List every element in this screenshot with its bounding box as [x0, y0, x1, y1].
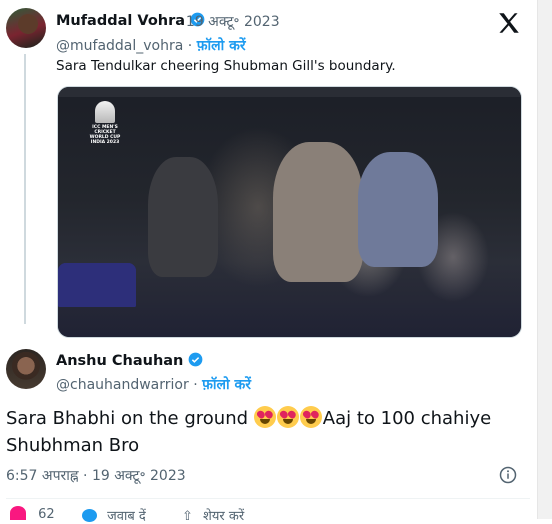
- tweet-text: Sara Bhabhi on the ground Aaj to 100 cha…: [6, 405, 526, 459]
- author-avatar[interactable]: [6, 349, 46, 389]
- heart-icon: [10, 506, 26, 520]
- divider: [6, 498, 530, 499]
- box-window-frame: [58, 87, 521, 97]
- spectator-figure: [273, 142, 363, 282]
- follow-button[interactable]: फ़ॉलो करें: [202, 377, 251, 393]
- quoted-author-avatar[interactable]: [6, 8, 46, 48]
- quoted-author-name-text[interactable]: Mufaddal Vohra: [56, 13, 185, 29]
- author-handle-row: @chauhandwarrior · फ़ॉलो करें: [56, 375, 251, 394]
- like-button[interactable]: 62: [10, 506, 55, 522]
- quoted-meta: · 19 अक्टू॰ 2023: [177, 12, 280, 31]
- quoted-handle-row: @mufaddal_vohra · फ़ॉलो करें: [56, 36, 246, 55]
- reply-icon: [82, 509, 97, 522]
- author-name[interactable]: Anshu Chauhan: [56, 352, 203, 369]
- quoted-handle[interactable]: @mufaddal_vohra: [56, 38, 183, 54]
- share-icon: ⇧: [182, 509, 193, 524]
- spectator-figure: [148, 157, 218, 277]
- stadium-seat: [58, 263, 136, 307]
- verified-badge-icon: [189, 352, 203, 367]
- quoted-date[interactable]: 19 अक्टू॰ 2023: [186, 14, 280, 30]
- heart-eyes-emoji-icon: [253, 406, 276, 428]
- quoted-follow-button[interactable]: फ़ॉलो करें: [197, 38, 246, 54]
- like-count: 62: [38, 507, 55, 522]
- author-handle[interactable]: @chauhandwarrior: [56, 377, 189, 393]
- x-logo-icon[interactable]: [496, 10, 522, 36]
- scrollbar[interactable]: [537, 0, 552, 519]
- spectator-figure: [358, 152, 438, 267]
- reply-label: जवाब दें: [107, 509, 146, 524]
- heart-eyes-emoji-icon: [276, 406, 299, 428]
- reply-button[interactable]: जवाब दें: [82, 506, 146, 524]
- world-cup-logo-text: ICC MEN'S CRICKET WORLD CUP INDIA 2023: [89, 125, 121, 145]
- tweet-timestamp[interactable]: 6:57 अपराह्न · 19 अक्टू॰ 2023: [6, 466, 186, 485]
- tweet-text-part1: Sara Bhabhi on the ground: [6, 408, 254, 429]
- info-icon[interactable]: [499, 466, 517, 484]
- meta-separator: ·: [193, 377, 198, 393]
- meta-separator: ·: [177, 14, 182, 30]
- share-button[interactable]: ⇧ शेयर करें: [182, 506, 244, 524]
- meta-separator: ·: [187, 38, 193, 54]
- thread-line: [24, 54, 26, 324]
- quoted-media-image[interactable]: ICC MEN'S CRICKET WORLD CUP INDIA 2023: [57, 86, 522, 338]
- world-cup-logo: ICC MEN'S CRICKET WORLD CUP INDIA 2023: [88, 101, 122, 159]
- trophy-icon: [95, 101, 115, 123]
- author-name-text[interactable]: Anshu Chauhan: [56, 353, 183, 369]
- heart-eyes-emoji-icon: [299, 406, 322, 428]
- share-label: शेयर करें: [203, 509, 245, 524]
- tweet-card: Mufaddal Vohra · 19 अक्टू॰ 2023 @mufadda…: [0, 0, 538, 524]
- quoted-tweet-text: Sara Tendulkar cheering Shubman Gill's b…: [56, 58, 396, 74]
